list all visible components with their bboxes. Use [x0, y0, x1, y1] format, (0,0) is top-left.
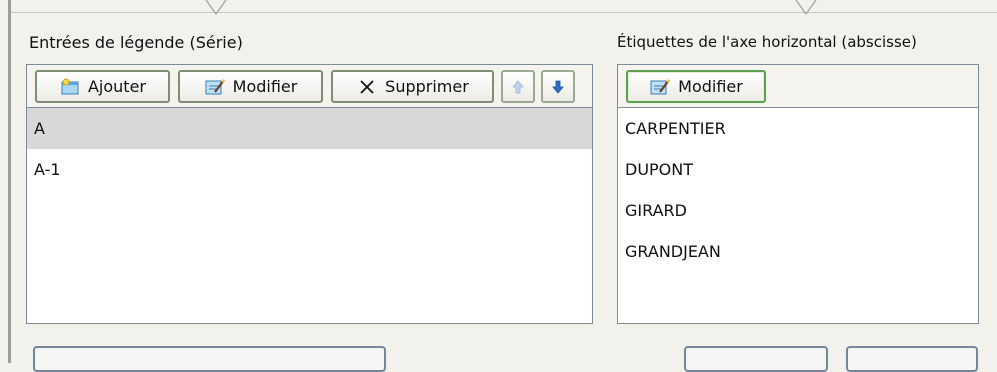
axis-toolbar: Modifier — [617, 64, 979, 108]
series-list-item-a[interactable]: A — [27, 108, 592, 149]
top-divider — [11, 12, 997, 13]
edit-axis-labels-button[interactable]: Modifier — [626, 70, 766, 103]
axis-label-item[interactable]: GIRARD — [618, 190, 978, 231]
bottom-left-button[interactable] — [33, 346, 386, 372]
move-up-button[interactable] — [501, 70, 535, 103]
bottom-right-button[interactable] — [846, 346, 978, 372]
top-notch-right-icon — [795, 0, 817, 16]
add-icon — [59, 77, 81, 97]
axis-labels-list: CARPENTIER DUPONT GIRARD GRANDJEAN — [617, 108, 979, 324]
top-notch-left-icon — [205, 0, 227, 16]
edit-icon — [204, 77, 226, 97]
delete-series-button[interactable]: Supprimer — [331, 70, 494, 103]
add-series-label: Ajouter — [87, 77, 146, 96]
edit-icon — [649, 77, 671, 97]
dialog-left-border — [8, 0, 11, 363]
legend-series-list: A A-1 — [26, 108, 593, 324]
edit-axis-labels-label: Modifier — [678, 77, 743, 96]
up-arrow-icon — [507, 77, 529, 97]
axis-labels-title: Étiquettes de l'axe horizontal (abscisse… — [617, 33, 917, 51]
down-arrow-icon — [547, 77, 569, 97]
bottom-middle-button[interactable] — [684, 346, 828, 372]
legend-toolbar: Ajouter Modifier Supprimer — [26, 64, 593, 108]
legend-series-title: Entrées de légende (Série) — [29, 33, 243, 52]
add-series-button[interactable]: Ajouter — [35, 70, 170, 103]
delete-icon — [356, 77, 378, 97]
axis-label-item[interactable]: DUPONT — [618, 149, 978, 190]
edit-series-label: Modifier — [232, 77, 298, 96]
edit-series-button[interactable]: Modifier — [178, 70, 323, 103]
axis-label-item[interactable]: CARPENTIER — [618, 108, 978, 149]
series-list-item-a-1[interactable]: A-1 — [27, 149, 592, 190]
delete-series-label: Supprimer — [385, 77, 469, 96]
axis-label-item[interactable]: GRANDJEAN — [618, 231, 978, 272]
move-down-button[interactable] — [541, 70, 575, 103]
